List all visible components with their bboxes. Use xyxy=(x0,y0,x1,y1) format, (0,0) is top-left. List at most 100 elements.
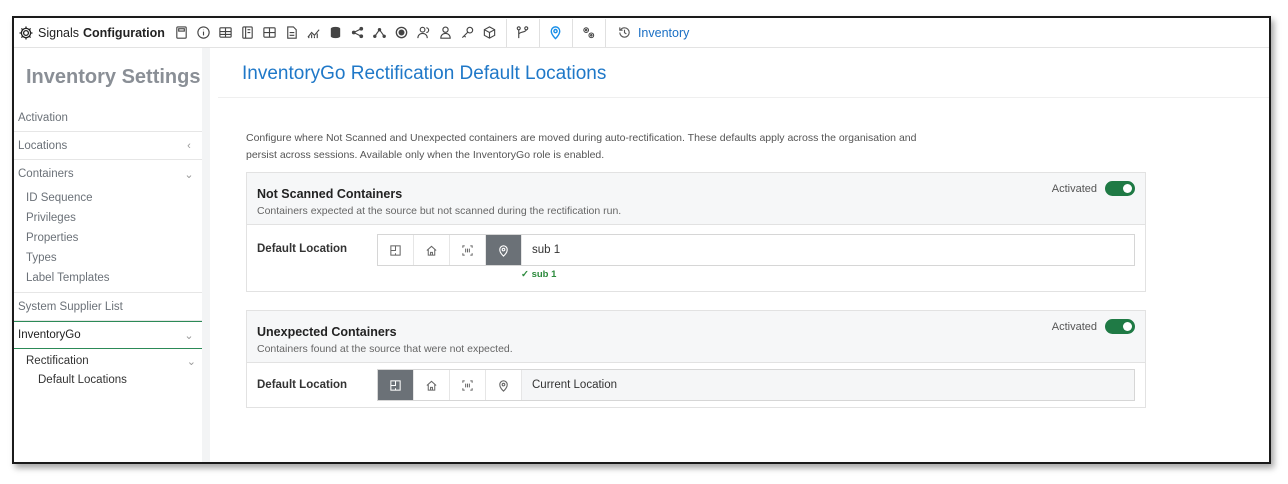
document-icon[interactable] xyxy=(281,22,303,44)
sidebar-subitem-privileges[interactable]: Privileges xyxy=(14,208,202,228)
sidebar-item-label: InventoryGo xyxy=(18,329,81,341)
floorplan-button[interactable] xyxy=(378,370,414,400)
settings-gears-icon[interactable] xyxy=(578,22,600,44)
history-icon xyxy=(619,27,630,38)
location-value: Current Location xyxy=(522,370,1134,400)
row-label: Default Location xyxy=(257,379,348,391)
toolbar-divider xyxy=(538,18,540,47)
card-title: Unexpected Containers xyxy=(257,325,397,339)
card-header: Unexpected Containers Containers found a… xyxy=(247,311,1145,363)
barcode-icon xyxy=(462,379,473,391)
sidebar-subitem-label: Rectification xyxy=(26,355,89,367)
gear-icon xyxy=(19,26,33,39)
sidebar-subitem-id-sequence[interactable]: ID Sequence xyxy=(14,188,202,208)
sidebar-item-label: System Supplier List xyxy=(18,300,123,313)
home-button[interactable] xyxy=(414,235,450,265)
toolbar-icons: Inventory xyxy=(171,18,689,47)
app-window: Signals Configuration Inventory Inventor… xyxy=(12,16,1271,464)
default-location-row: Default Location Current Location xyxy=(247,363,1145,407)
chevron-down-icon: ⌄ xyxy=(184,329,194,342)
home-icon xyxy=(426,245,437,256)
barcode-button[interactable] xyxy=(450,235,486,265)
sidebar-item-label: Locations xyxy=(18,139,68,152)
share-icon[interactable] xyxy=(347,22,369,44)
card-subtitle: Containers found at the source that were… xyxy=(257,343,513,355)
sidebar-item-label: Containers xyxy=(18,168,74,180)
toggle-switch[interactable] xyxy=(1105,319,1135,334)
location-pin-button[interactable] xyxy=(486,370,522,400)
sidebar-item-inventorygo[interactable]: InventoryGo ⌄ xyxy=(14,321,202,349)
grid-icon[interactable] xyxy=(259,22,281,44)
main-content: InventoryGo Rectification Default Locati… xyxy=(218,48,1269,462)
location-picker: Current Location xyxy=(377,369,1135,401)
notebook-icon[interactable] xyxy=(237,22,259,44)
home-button[interactable] xyxy=(414,370,450,400)
sidebar-item-containers[interactable]: Containers ⌄ xyxy=(14,160,202,188)
description-line: Configure where Not Scanned and Unexpect… xyxy=(246,132,917,144)
user-group-icon[interactable] xyxy=(413,22,435,44)
top-toolbar: Signals Configuration Inventory xyxy=(14,18,1269,48)
chart-icon[interactable] xyxy=(303,22,325,44)
brand-signals: Signals xyxy=(38,25,79,40)
location-pin-icon xyxy=(499,379,508,392)
sidebar-subitem-rectification[interactable]: Rectification ⌄ xyxy=(14,351,202,371)
sidebar-subitem-properties[interactable]: Properties xyxy=(14,228,202,248)
toggle-knob xyxy=(1123,322,1132,331)
location-value[interactable]: sub 1 xyxy=(522,235,1134,265)
sidebar-subitem-types[interactable]: Types xyxy=(14,248,202,268)
chevron-down-icon: ⌄ xyxy=(186,355,196,368)
network-icon[interactable] xyxy=(369,22,391,44)
sidebar-item-activation[interactable]: Activation xyxy=(14,104,202,132)
branch-icon[interactable] xyxy=(512,22,534,44)
sidebar-subitem-default-locations[interactable]: Default Locations xyxy=(14,371,202,389)
page-description: Configure where Not Scanned and Unexpect… xyxy=(246,130,966,164)
not-scanned-card: Not Scanned Containers Containers expect… xyxy=(246,172,1146,292)
sidebar-title: Inventory Settings xyxy=(26,66,201,88)
toolbar-divider xyxy=(505,18,507,47)
location-pin-icon[interactable] xyxy=(545,22,567,44)
toggle-label: Activated xyxy=(1051,182,1097,195)
card-header: Not Scanned Containers Containers expect… xyxy=(247,173,1145,225)
unexpected-card: Unexpected Containers Containers found a… xyxy=(246,310,1146,408)
key-icon[interactable] xyxy=(457,22,479,44)
default-location-row: Default Location sub 1 ✓ sub 1 xyxy=(247,225,1145,291)
brand-configuration: Configuration xyxy=(83,25,165,40)
user-icon[interactable] xyxy=(435,22,457,44)
floorplan-icon xyxy=(390,244,401,256)
floorplan-icon xyxy=(390,379,401,391)
barcode-button[interactable] xyxy=(450,370,486,400)
row-label: Default Location xyxy=(257,243,348,255)
table-icon[interactable] xyxy=(215,22,237,44)
barcode-icon xyxy=(462,244,473,256)
toggle-switch[interactable] xyxy=(1105,181,1135,196)
sidebar-item-locations[interactable]: Locations ‹ xyxy=(14,132,202,160)
toolbar-divider xyxy=(571,18,573,47)
toolbar-divider xyxy=(604,18,606,47)
sidebar-item-label: Activation xyxy=(18,111,68,124)
location-pin-icon xyxy=(499,244,508,257)
activated-toggle[interactable]: Activated xyxy=(1052,319,1135,334)
card-title: Not Scanned Containers xyxy=(257,187,403,201)
description-line: persist across sessions. Available only … xyxy=(246,149,605,161)
activated-toggle[interactable]: Activated xyxy=(1052,181,1135,196)
toggle-knob xyxy=(1123,184,1132,193)
card-subtitle: Containers expected at the source but no… xyxy=(257,205,622,217)
database-icon[interactable] xyxy=(325,22,347,44)
sidebar-subitem-label-templates[interactable]: Label Templates xyxy=(14,268,202,293)
brand[interactable]: Signals Configuration xyxy=(18,25,165,41)
calculator-icon[interactable] xyxy=(171,22,193,44)
chevron-left-icon: ‹ xyxy=(187,139,191,152)
history-label: Inventory xyxy=(637,25,690,40)
home-icon xyxy=(426,380,437,391)
page-title: InventoryGo Rectification Default Locati… xyxy=(218,48,1269,98)
sidebar: Inventory Settings Activation Locations … xyxy=(14,48,210,462)
floorplan-button[interactable] xyxy=(378,235,414,265)
cube-icon[interactable] xyxy=(479,22,501,44)
location-pin-button[interactable] xyxy=(486,235,522,265)
info-icon[interactable] xyxy=(193,22,215,44)
validation-message: ✓ sub 1 xyxy=(521,269,557,280)
badge-icon[interactable] xyxy=(391,22,413,44)
history-link[interactable]: Inventory xyxy=(617,25,689,40)
toggle-label: Activated xyxy=(1051,320,1097,333)
sidebar-item-system-supplier-list[interactable]: System Supplier List xyxy=(14,293,202,321)
